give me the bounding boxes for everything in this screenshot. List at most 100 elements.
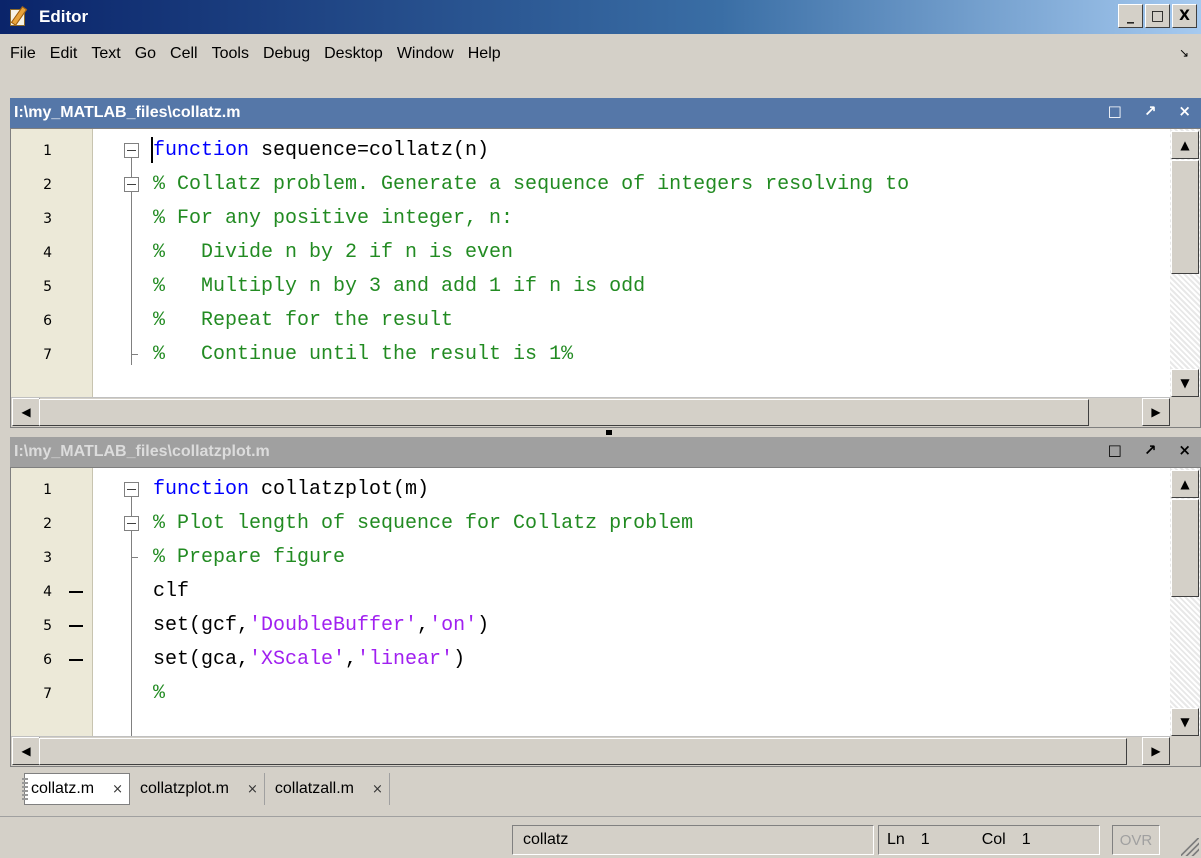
breakpoint-marker[interactable] — [69, 591, 83, 593]
pane-splitter[interactable] — [606, 430, 612, 435]
scroll-thumb[interactable] — [39, 399, 1089, 426]
code-editor[interactable]: 1 function collatzplot(m) 2 % Plot lengt… — [10, 467, 1201, 767]
horizontal-scrollbar[interactable]: ◀ ▶ — [11, 736, 1170, 766]
code-line[interactable]: 1 function sequence=collatz(n) — [11, 134, 1171, 168]
tab-label: collatz.m — [31, 780, 95, 797]
line-number: 3 — [43, 550, 52, 566]
column-value: 1 — [1021, 831, 1031, 848]
code-line[interactable]: 2 % Plot length of sequence for Collatz … — [11, 507, 1171, 541]
code-line[interactable]: 5 % Multiply n by 3 and add 1 if n is od… — [11, 270, 1171, 304]
line-label: Ln — [887, 831, 905, 848]
code-line[interactable]: 5 set(gcf,'DoubleBuffer','on') — [11, 609, 1171, 643]
tab-close-icon[interactable]: × — [247, 782, 258, 797]
tabbar-grip[interactable] — [22, 778, 28, 800]
menu-debug[interactable]: Debug — [257, 45, 318, 63]
code-line[interactable]: 6 set(gca,'XScale','linear') — [11, 643, 1171, 677]
code-text: % Multiply n by 3 and add 1 if n is odd — [153, 275, 646, 298]
code-text: % Collatz problem. Generate a sequence o… — [153, 173, 910, 196]
code-editor[interactable]: 1 function sequence=collatz(n) 2 % Colla… — [10, 128, 1201, 428]
overwrite-indicator: OVR — [1112, 825, 1160, 855]
window-title: Editor — [39, 7, 89, 26]
code-line[interactable]: 3 % For any positive integer, n: — [11, 202, 1171, 236]
scroll-thumb[interactable] — [1171, 160, 1199, 274]
tab-close-icon[interactable]: × — [372, 782, 383, 797]
editor-app-icon — [8, 6, 30, 28]
code-text: function sequence=collatz(n) — [153, 139, 490, 162]
vertical-scrollbar[interactable]: ▲ ▼ — [1170, 468, 1200, 736]
close-button[interactable]: X — [1172, 4, 1197, 28]
code-text: % Repeat for the result — [153, 309, 454, 332]
tab-close-icon[interactable]: × — [112, 782, 123, 797]
fold-toggle-icon[interactable] — [124, 516, 139, 531]
fold-end-marker — [131, 541, 138, 558]
breakpoint-marker[interactable] — [69, 659, 83, 661]
line-number: 3 — [43, 211, 52, 227]
code-text: % Continue until the result is 1% — [153, 343, 574, 366]
menu-window[interactable]: Window — [391, 45, 462, 63]
fold-toggle-icon[interactable] — [124, 482, 139, 497]
code-text: set(gcf,'DoubleBuffer','on') — [153, 614, 490, 637]
code-line[interactable]: 3 % Prepare figure — [11, 541, 1171, 575]
dock-arrow-icon[interactable]: ↘ — [1179, 46, 1189, 60]
menu-tools[interactable]: Tools — [206, 45, 257, 63]
undock-icon[interactable]: □ — [1108, 102, 1122, 120]
menu-go[interactable]: Go — [129, 45, 164, 63]
scroll-up-icon[interactable]: ▲ — [1171, 470, 1199, 498]
editor-pane-collatzplot: I:\my_MATLAB_files\collatzplot.m □ ↗ × 1… — [10, 437, 1201, 767]
menu-desktop[interactable]: Desktop — [318, 45, 391, 63]
scroll-thumb[interactable] — [39, 738, 1127, 765]
menu-bar: File Edit Text Go Cell Tools Debug Deskt… — [0, 34, 1201, 74]
code-line[interactable]: 7 % Continue until the result is 1% — [11, 338, 1171, 372]
scroll-corner — [1170, 397, 1200, 427]
cursor-position: Ln 1 Col 1 — [878, 825, 1100, 855]
line-value: 1 — [920, 831, 930, 848]
code-text: function collatzplot(m) — [153, 478, 430, 501]
undock-icon[interactable]: □ — [1108, 441, 1122, 459]
code-line[interactable]: 4 % Divide n by 2 if n is even — [11, 236, 1171, 270]
scroll-left-icon[interactable]: ◀ — [12, 398, 40, 426]
menu-edit[interactable]: Edit — [44, 45, 86, 63]
code-line[interactable]: 1 function collatzplot(m) — [11, 473, 1171, 507]
tab-collatz[interactable]: collatz.m × — [24, 773, 131, 805]
code-line[interactable]: 6 % Repeat for the result — [11, 304, 1171, 338]
fold-toggle-icon[interactable] — [124, 177, 139, 192]
tab-collatzplot[interactable]: collatzplot.m × — [134, 773, 265, 805]
menu-help[interactable]: Help — [462, 45, 509, 63]
fold-toggle-icon[interactable] — [124, 143, 139, 158]
pane-title: I:\my_MATLAB_files\collatzplot.m — [14, 443, 270, 460]
minimize-button[interactable]: _ — [1118, 4, 1143, 28]
breakpoint-marker[interactable] — [69, 625, 83, 627]
code-line[interactable]: 2 % Collatz problem. Generate a sequence… — [11, 168, 1171, 202]
pane-title-bar[interactable]: I:\my_MATLAB_files\collatz.m □ ↗ × — [10, 98, 1201, 128]
maximize-button[interactable]: □ — [1145, 4, 1170, 28]
code-line[interactable]: 7 % — [11, 677, 1171, 711]
menu-text[interactable]: Text — [85, 45, 128, 63]
close-pane-icon[interactable]: × — [1178, 102, 1191, 120]
window-titlebar[interactable]: Editor _ □ X — [0, 0, 1201, 34]
menu-file[interactable]: File — [4, 45, 44, 63]
line-number: 1 — [43, 143, 52, 159]
line-number: 6 — [43, 652, 52, 668]
menu-cell[interactable]: Cell — [164, 45, 206, 63]
line-number: 7 — [43, 686, 52, 702]
dock-arrow-icon[interactable]: ↗ — [1144, 441, 1157, 459]
horizontal-scrollbar[interactable]: ◀ ▶ — [11, 397, 1170, 427]
dock-arrow-icon[interactable]: ↗ — [1144, 102, 1157, 120]
scroll-right-icon[interactable]: ▶ — [1142, 398, 1170, 426]
scroll-down-icon[interactable]: ▼ — [1171, 708, 1199, 736]
code-text: % For any positive integer, n: — [153, 207, 514, 230]
resize-grip-icon[interactable] — [1181, 838, 1199, 856]
code-line[interactable]: 4 clf — [11, 575, 1171, 609]
tab-collatzall[interactable]: collatzall.m × — [269, 773, 390, 805]
pane-title-bar[interactable]: I:\my_MATLAB_files\collatzplot.m □ ↗ × — [10, 437, 1201, 467]
line-number: 5 — [43, 618, 52, 634]
code-text: % Prepare figure — [153, 546, 346, 569]
scroll-left-icon[interactable]: ◀ — [12, 737, 40, 765]
vertical-scrollbar[interactable]: ▲ ▼ — [1170, 129, 1200, 397]
scroll-up-icon[interactable]: ▲ — [1171, 131, 1199, 159]
scroll-right-icon[interactable]: ▶ — [1142, 737, 1170, 765]
scroll-thumb[interactable] — [1171, 499, 1199, 597]
scroll-corner — [1170, 736, 1200, 766]
scroll-down-icon[interactable]: ▼ — [1171, 369, 1199, 397]
close-pane-icon[interactable]: × — [1178, 441, 1191, 459]
